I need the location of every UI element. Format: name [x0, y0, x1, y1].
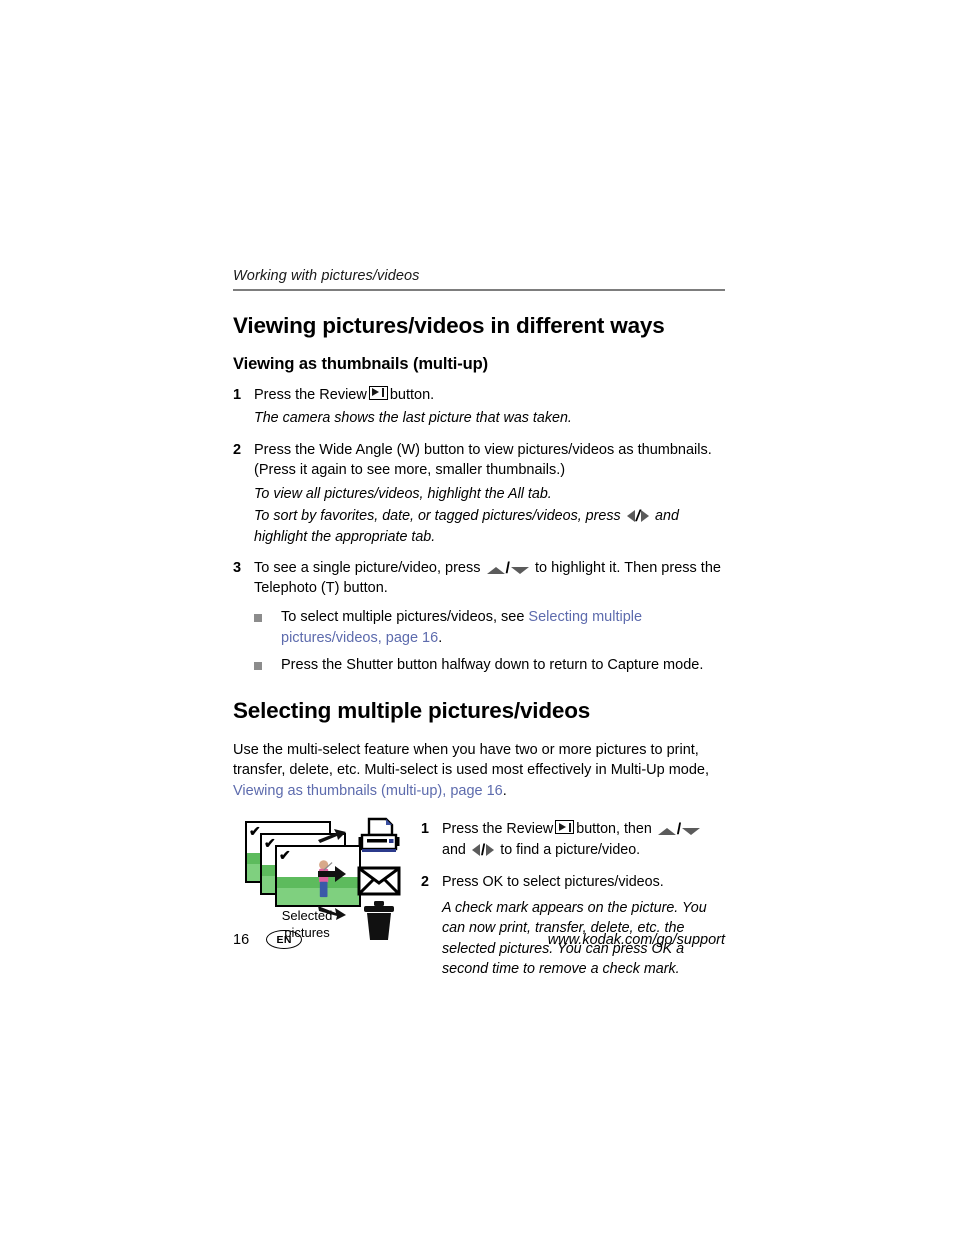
step-text-before: Press the Review — [254, 386, 367, 403]
note-text-before: To sort by favorites, date, or tagged pi… — [254, 508, 621, 525]
arrow-right-icon — [318, 866, 346, 883]
left-right-arrow-icon: / — [626, 509, 650, 525]
review-button-icon — [368, 385, 388, 400]
printer-icon — [358, 818, 400, 853]
bullet-text: Press the Shutter button halfway down to… — [281, 657, 704, 674]
step-note: To sort by favorites, date, or tagged pi… — [254, 506, 725, 547]
arrow-column — [317, 823, 361, 933]
arrow-right-down-icon — [318, 906, 346, 921]
left-right-arrow-icon: / — [471, 842, 495, 858]
illustration-steps: 1 Press the Review button, then / and / t… — [411, 817, 725, 981]
bullet-square-icon — [254, 607, 281, 648]
up-down-arrow-icon: / — [486, 560, 529, 576]
step-text: Press the Wide Angle (W) button to view … — [254, 441, 712, 479]
selected-pictures-illustration: ✔ ✔ ✔ Selected pictures — [233, 817, 411, 942]
page-title: Viewing pictures/videos in different way… — [233, 313, 665, 338]
language-badge: EN — [266, 930, 303, 949]
step-text-and: and — [442, 841, 466, 858]
para-text-before: Use the multi-select feature when you ha… — [233, 741, 710, 779]
document-page: Working with pictures/videos Viewing pic… — [233, 268, 725, 981]
bullet-text-after: . — [438, 629, 443, 646]
step-text-before: Press the Review — [442, 821, 554, 838]
step-item: 1 Press the Review button, then / and / t… — [421, 819, 725, 860]
body-paragraph: Use the multi-select feature when you ha… — [233, 740, 725, 802]
page-footer: 16 EN www.kodak.com/go/support — [233, 930, 725, 949]
check-mark-icon: ✔ — [279, 847, 291, 864]
step-text-mid: button, then — [576, 821, 652, 838]
step-number: 2 — [421, 873, 429, 890]
step-item: 1 Press the Review button. — [233, 385, 725, 406]
running-header: Working with pictures/videos — [233, 268, 420, 284]
bullet-list: To select multiple pictures/videos, see … — [254, 607, 725, 676]
support-url: www.kodak.com/go/support — [547, 931, 725, 948]
step-note: The camera shows the last picture that w… — [254, 410, 572, 427]
step-text: Press the Review button. — [254, 385, 725, 406]
step-text: To see a single picture/video, press / t… — [254, 558, 725, 599]
list-item: To select multiple pictures/videos, see … — [254, 607, 725, 648]
bullet-square-icon — [254, 655, 281, 676]
step-text-after: button. — [389, 386, 435, 403]
bullet-text-before: To select multiple pictures/videos, see — [281, 608, 529, 625]
envelope-icon — [357, 866, 401, 896]
check-mark-icon: ✔ — [264, 835, 276, 852]
review-button-icon — [555, 820, 575, 835]
step-item: 3 To see a single picture/video, press /… — [233, 558, 725, 599]
check-mark-icon: ✔ — [249, 823, 261, 840]
page-number: 16 — [233, 931, 250, 948]
illustration-row: ✔ ✔ ✔ Selected pictures 1 Press the Revi… — [233, 817, 725, 981]
bullet-text: To select multiple pictures/videos, see … — [281, 607, 725, 648]
step-number: 1 — [421, 821, 429, 838]
step-number: 1 — [233, 386, 242, 403]
subsection-title: Viewing as thumbnails (multi-up) — [233, 354, 489, 373]
page-title: Selecting multiple pictures/videos — [233, 697, 591, 723]
step-number: 3 — [233, 559, 242, 576]
cross-reference-link[interactable]: Viewing as thumbnails (multi-up), page 1… — [233, 783, 503, 799]
step-text: Press the Review button, then / and / to … — [442, 819, 725, 860]
step-text-after: to find a picture/video. — [500, 841, 641, 858]
step-note: To view all pictures/videos, highlight t… — [254, 485, 552, 502]
step-note-block: To view all pictures/videos, highlight t… — [254, 484, 725, 547]
step-item: 2 Press the Wide Angle (W) button to vie… — [233, 440, 725, 481]
up-down-arrow-icon: / — [657, 822, 701, 838]
list-item: Press the Shutter button halfway down to… — [254, 655, 725, 676]
step-item: 2 Press OK to select pictures/videos. — [421, 872, 725, 892]
step-text: Press OK to select pictures/videos. — [442, 873, 664, 890]
para-text-after: . — [502, 782, 507, 799]
step-number: 2 — [233, 441, 242, 458]
step-text-before: To see a single picture/video, press — [254, 559, 481, 576]
operation-icon-column — [357, 817, 411, 942]
header-rule — [233, 289, 725, 291]
arrow-right-up-icon — [318, 829, 346, 844]
